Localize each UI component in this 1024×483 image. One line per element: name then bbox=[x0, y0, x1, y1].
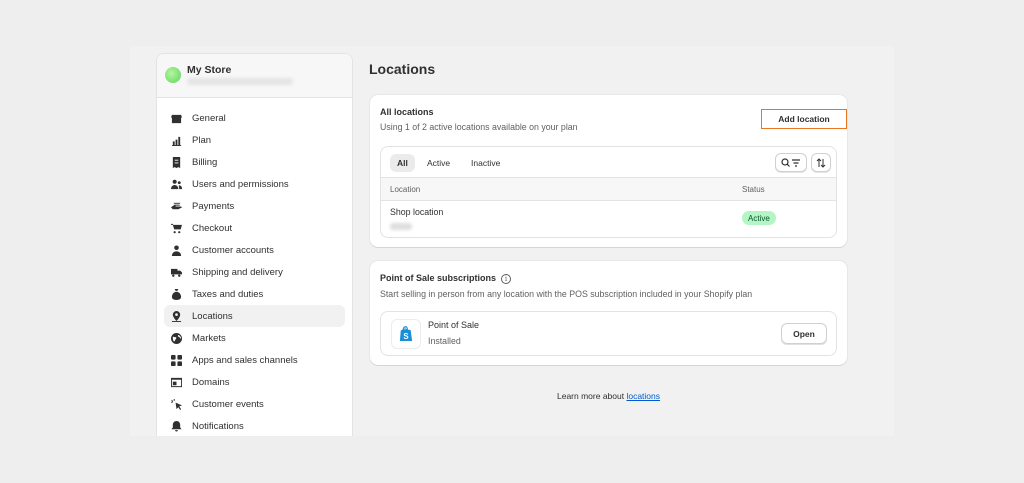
card-title-row: Point of Sale subscriptions i bbox=[380, 273, 512, 284]
page-title: Locations bbox=[369, 61, 436, 77]
sidebar-item-label: Payments bbox=[192, 200, 235, 212]
all-locations-card: All locations Using 1 of 2 active locati… bbox=[370, 95, 847, 247]
sidebar-item-checkout[interactable]: Checkout bbox=[164, 217, 345, 239]
sidebar-item-domains[interactable]: Domains bbox=[164, 371, 345, 393]
domains-icon bbox=[169, 375, 183, 389]
sidebar-item-label: Billing bbox=[192, 156, 218, 168]
sidebar-item-label: Markets bbox=[192, 332, 226, 344]
add-location-button[interactable]: Add location bbox=[761, 109, 847, 129]
search-filter-icon bbox=[781, 157, 800, 167]
sort-icon bbox=[816, 157, 826, 168]
billing-icon bbox=[169, 155, 183, 169]
sidebar-item-label: Plan bbox=[192, 134, 212, 146]
bell-icon bbox=[169, 419, 183, 433]
sidebar-item-label: Apps and sales channels bbox=[192, 354, 298, 366]
store-url-redacted bbox=[187, 78, 293, 85]
pos-app-row: S Point of Sale Installed Open bbox=[380, 311, 837, 356]
sidebar-item-label: Customer accounts bbox=[192, 244, 274, 256]
store-icon bbox=[169, 111, 183, 125]
cursor-icon bbox=[169, 397, 183, 411]
person-icon bbox=[169, 243, 183, 257]
table-header: Location Status bbox=[381, 178, 836, 201]
card-title: Point of Sale subscriptions bbox=[380, 273, 497, 283]
shopify-bag-icon: S bbox=[391, 319, 421, 349]
card-subtitle: Start selling in person from any locatio… bbox=[380, 289, 753, 299]
table-row[interactable]: Shop location Active bbox=[381, 201, 836, 237]
status-badge: Active bbox=[742, 211, 776, 225]
store-header[interactable]: My Store bbox=[157, 54, 352, 98]
sidebar-item-label: Checkout bbox=[192, 222, 233, 234]
sidebar-item-label: Customer events bbox=[192, 398, 264, 410]
sidebar-item-taxes[interactable]: Taxes and duties bbox=[164, 283, 345, 305]
sidebar-item-apps[interactable]: Apps and sales channels bbox=[164, 349, 345, 371]
search-filter-button[interactable] bbox=[775, 153, 807, 172]
payments-icon bbox=[169, 199, 183, 213]
sidebar-item-label: General bbox=[192, 112, 226, 124]
learn-more-text: Learn more about bbox=[556, 391, 627, 401]
sort-button[interactable] bbox=[811, 153, 831, 172]
sidebar-item-payments[interactable]: Payments bbox=[164, 195, 345, 217]
sidebar-item-markets[interactable]: Markets bbox=[164, 327, 345, 349]
plan-icon bbox=[169, 133, 183, 147]
pos-app-name: Point of Sale bbox=[428, 320, 480, 330]
settings-sidebar: My Store General Plan Billing Users and … bbox=[156, 53, 353, 436]
sidebar-item-locations[interactable]: Locations bbox=[164, 305, 345, 327]
tab-active[interactable]: Active bbox=[420, 154, 457, 172]
sidebar-item-label: Notifications bbox=[192, 420, 244, 432]
settings-nav: General Plan Billing Users and permissio… bbox=[157, 98, 352, 436]
locations-help-link[interactable]: locations bbox=[626, 391, 660, 401]
apps-icon bbox=[169, 353, 183, 367]
sidebar-item-label: Shipping and delivery bbox=[192, 266, 283, 278]
location-name: Shop location bbox=[390, 207, 444, 217]
location-icon bbox=[169, 309, 183, 323]
filter-tabs: All Active Inactive bbox=[381, 147, 836, 178]
pos-subscriptions-card: Point of Sale subscriptions i Start selli… bbox=[370, 261, 847, 365]
card-subtitle: Using 1 of 2 active locations available … bbox=[380, 122, 578, 132]
learn-more-note: Learn more about locations bbox=[370, 391, 847, 401]
column-location: Location bbox=[390, 185, 421, 194]
sidebar-item-billing[interactable]: Billing bbox=[164, 151, 345, 173]
pos-app-status: Installed bbox=[428, 336, 461, 346]
info-icon[interactable]: i bbox=[501, 273, 512, 284]
open-button[interactable]: Open bbox=[781, 323, 827, 344]
sidebar-item-shipping[interactable]: Shipping and delivery bbox=[164, 261, 345, 283]
sidebar-item-label: Locations bbox=[192, 310, 233, 322]
sidebar-item-notifications[interactable]: Notifications bbox=[164, 415, 345, 436]
sidebar-item-plan[interactable]: Plan bbox=[164, 129, 345, 151]
store-name: My Store bbox=[187, 64, 232, 76]
svg-text:S: S bbox=[403, 332, 408, 341]
tab-all[interactable]: All bbox=[390, 154, 415, 172]
sidebar-item-customer-accounts[interactable]: Customer accounts bbox=[164, 239, 345, 261]
users-icon bbox=[169, 177, 183, 191]
sidebar-item-label: Domains bbox=[192, 376, 230, 388]
sidebar-item-general[interactable]: General bbox=[164, 107, 345, 129]
tax-icon bbox=[169, 287, 183, 301]
truck-icon bbox=[169, 265, 183, 279]
globe-icon bbox=[169, 331, 183, 345]
card-title: All locations bbox=[380, 107, 434, 117]
sidebar-item-customer-events[interactable]: Customer events bbox=[164, 393, 345, 415]
sidebar-item-label: Taxes and duties bbox=[192, 288, 264, 300]
settings-window: My Store General Plan Billing Users and … bbox=[130, 46, 894, 436]
sidebar-item-label: Users and permissions bbox=[192, 178, 289, 190]
store-avatar bbox=[165, 67, 181, 83]
locations-table: All Active Inactive Location Status Shop… bbox=[380, 146, 837, 238]
cart-icon bbox=[169, 221, 183, 235]
tab-inactive[interactable]: Inactive bbox=[464, 154, 507, 172]
redacted-address bbox=[390, 223, 412, 230]
sidebar-item-users[interactable]: Users and permissions bbox=[164, 173, 345, 195]
column-status: Status bbox=[742, 185, 765, 194]
